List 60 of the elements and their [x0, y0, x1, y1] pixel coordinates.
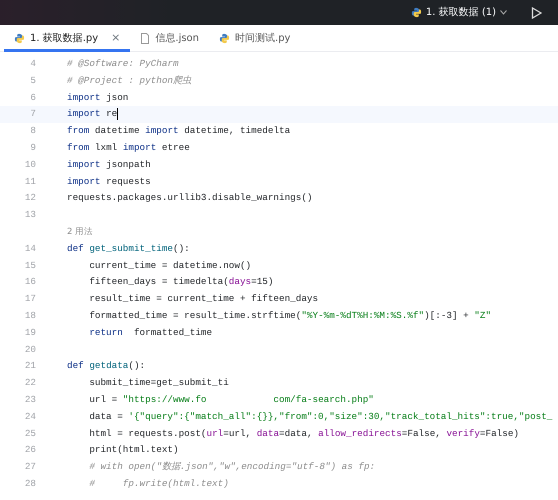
line-number: 20 [24, 342, 36, 357]
code-line: # @Project : python爬虫 [67, 74, 192, 88]
line-number: 28 [24, 476, 36, 491]
code-line: html = requests.post(url=url, data=data, allow_redirects=False, verify=False) [88, 426, 519, 441]
line-number: 9 [29, 140, 36, 155]
chevron-down-icon [500, 10, 507, 15]
line-number: 23 [24, 392, 36, 407]
line-number: 25 [24, 426, 36, 441]
code-line: from lxml import etree [67, 140, 190, 155]
line-number: 26 [24, 443, 36, 458]
code-line: fifteen_days = timedelta(days=15) [88, 275, 274, 290]
editor-tab[interactable]: 1. 获取数据.py × [4, 25, 130, 52]
line-number: 18 [24, 308, 36, 323]
line-number: 19 [24, 326, 36, 340]
code-line: # @Software: PyCharm [67, 57, 179, 71]
line-number: 5 [29, 74, 36, 88]
line-number: 11 [24, 174, 36, 189]
line-number: 8 [29, 124, 36, 138]
code-line: current_time = datetime.now() [88, 258, 252, 273]
code-line: def get_submit_time(): [67, 242, 190, 256]
code-line: import requests [67, 174, 151, 189]
line-number: 24 [24, 410, 36, 424]
run-button[interactable] [531, 6, 542, 18]
code-line: print(html.text) [88, 443, 179, 458]
code-line: import json [67, 90, 128, 105]
line-number: 14 [24, 242, 36, 256]
line-number: 21 [24, 359, 36, 374]
line-number: 12 [24, 191, 36, 206]
line-number: 6 [29, 90, 36, 105]
code-line: data = '{"query":{"match_all":{}},"from":0,"size":30,"track_total_hits":true,"post_ [88, 410, 552, 424]
line-number: 15 [24, 258, 36, 273]
text-cursor [117, 108, 118, 120]
line-number: 17 [24, 292, 36, 306]
line-number: 13 [24, 208, 36, 222]
line-number: 22 [24, 376, 36, 390]
code-line: url = "https://www.fo com/fa-search.php" [88, 392, 374, 407]
run-configuration-dropdown[interactable]: 1. 获取数据 (1) [410, 5, 507, 20]
python-icon [14, 33, 25, 44]
python-icon [219, 33, 230, 44]
code-line: result_time = current_time + fifteen_days [88, 292, 318, 306]
code-line: submit_time=get_submit_ti [88, 376, 229, 390]
editor-tab[interactable]: 时间测试.py [209, 25, 300, 52]
code-line: # with open("数据.json","w",encoding="utf-8") as fp: [88, 460, 376, 474]
code-line: import re [67, 107, 118, 122]
line-number: 27 [24, 460, 36, 474]
code-line: # fp.write(html.text) [88, 476, 229, 491]
line-number: 7 [29, 107, 36, 122]
line-number: 16 [24, 275, 36, 290]
code-line: return formatted_time [88, 326, 212, 340]
line-number: 4 [29, 57, 36, 71]
editor-tab[interactable]: 信息.json [130, 25, 210, 52]
code-line: requests.packages.urllib3.disable_warnings() [67, 191, 312, 206]
code-line: formatted_time = result_time.strftime("%Y-%m-%dT%H:%M:%S.%f")[:-3] + "Z" [88, 308, 492, 323]
code-line: import jsonpath [67, 158, 151, 172]
line-number: 10 [24, 158, 36, 172]
file-icon [140, 33, 150, 44]
close-icon[interactable]: × [111, 30, 120, 47]
code-line: from datetime import datetime, timedelta [67, 124, 290, 138]
code-line: def getdata(): [67, 359, 146, 374]
python-icon [410, 7, 422, 18]
